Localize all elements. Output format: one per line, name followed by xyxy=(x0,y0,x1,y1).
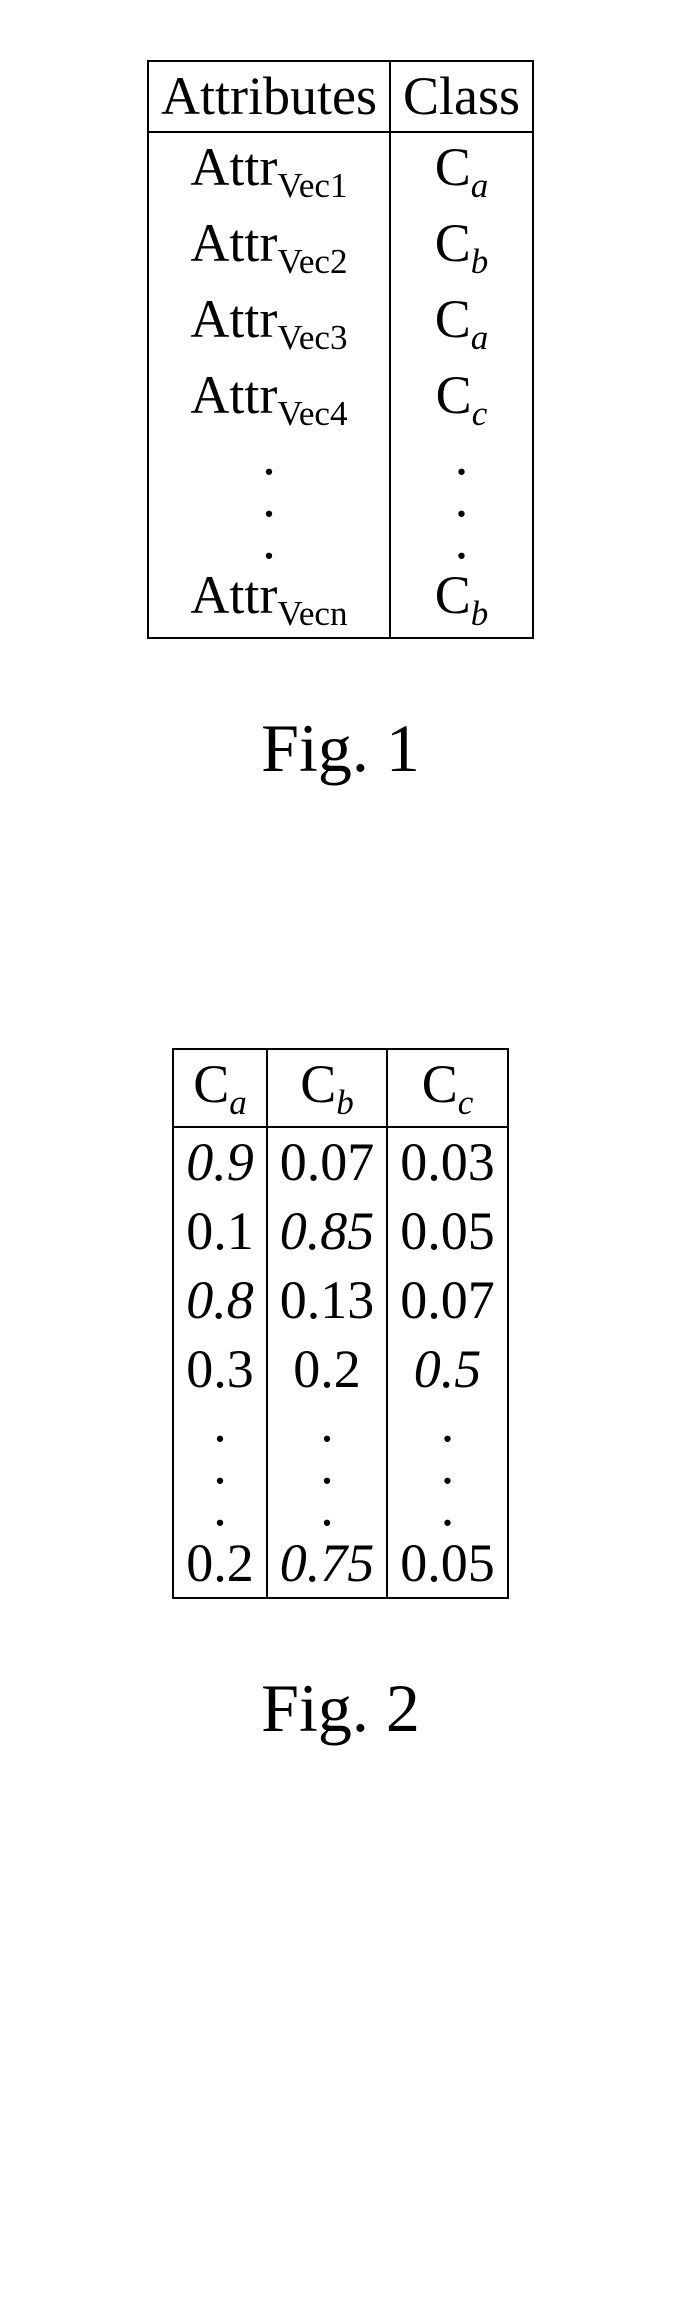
fig2-table: Ca Cb Cc 0.9 0.07 0.03 0.1 0.85 0.05 0.8… xyxy=(172,1048,509,1599)
prob-cell: 0.75 xyxy=(267,1529,388,1599)
table-row: 0.2 0.75 0.05 xyxy=(173,1529,508,1599)
prob-cell: 0.9 xyxy=(173,1127,267,1197)
col-header-attributes: Attributes xyxy=(148,61,390,132)
prob-cell: 0.13 xyxy=(267,1266,388,1335)
prob-cell: 0.85 xyxy=(267,1197,388,1266)
fig1-caption: Fig. 1 xyxy=(261,709,420,788)
attr-cell: AttrVecn xyxy=(148,561,390,638)
ellipsis-row: ... xyxy=(173,1487,508,1529)
col-header-class: Class xyxy=(390,61,533,132)
table-row: AttrVec4 Cc xyxy=(148,361,533,437)
attr-cell: AttrVec1 xyxy=(148,132,390,209)
ellipsis-row: .. xyxy=(148,436,533,478)
ellipsis-row: .. xyxy=(148,520,533,562)
table-row: AttrVecn Cb xyxy=(148,561,533,638)
table-row: 0.8 0.13 0.07 xyxy=(173,1266,508,1335)
attr-cell: AttrVec4 xyxy=(148,361,390,437)
class-cell: Cb xyxy=(390,209,533,285)
table-row: 0.1 0.85 0.05 xyxy=(173,1197,508,1266)
table-header-row: Attributes Class xyxy=(148,61,533,132)
prob-cell: 0.07 xyxy=(267,1127,388,1197)
prob-cell: 0.2 xyxy=(173,1529,267,1599)
class-cell: Ca xyxy=(390,285,533,361)
attr-cell: AttrVec3 xyxy=(148,285,390,361)
figure-2: Ca Cb Cc 0.9 0.07 0.03 0.1 0.85 0.05 0.8… xyxy=(172,1048,509,1748)
ellipsis-row: .. xyxy=(148,478,533,520)
fig2-caption: Fig. 2 xyxy=(261,1669,420,1748)
prob-cell: 0.1 xyxy=(173,1197,267,1266)
table-row: AttrVec2 Cb xyxy=(148,209,533,285)
table-row: AttrVec3 Ca xyxy=(148,285,533,361)
prob-cell: 0.8 xyxy=(173,1266,267,1335)
class-cell: Cb xyxy=(390,561,533,638)
prob-cell: 0.05 xyxy=(387,1197,508,1266)
col-header-ca: Ca xyxy=(173,1049,267,1127)
class-cell: Ca xyxy=(390,132,533,209)
attr-cell: AttrVec2 xyxy=(148,209,390,285)
table-row: 0.9 0.07 0.03 xyxy=(173,1127,508,1197)
prob-cell: 0.03 xyxy=(387,1127,508,1197)
col-header-cb: Cb xyxy=(267,1049,388,1127)
prob-cell: 0.07 xyxy=(387,1266,508,1335)
fig1-table: Attributes Class AttrVec1 Ca AttrVec2 Cb… xyxy=(147,60,534,639)
table-row: AttrVec1 Ca xyxy=(148,132,533,209)
prob-cell: 0.05 xyxy=(387,1529,508,1599)
col-header-cc: Cc xyxy=(387,1049,508,1127)
figure-1: Attributes Class AttrVec1 Ca AttrVec2 Cb… xyxy=(147,60,534,788)
table-header-row: Ca Cb Cc xyxy=(173,1049,508,1127)
class-cell: Cc xyxy=(390,361,533,437)
